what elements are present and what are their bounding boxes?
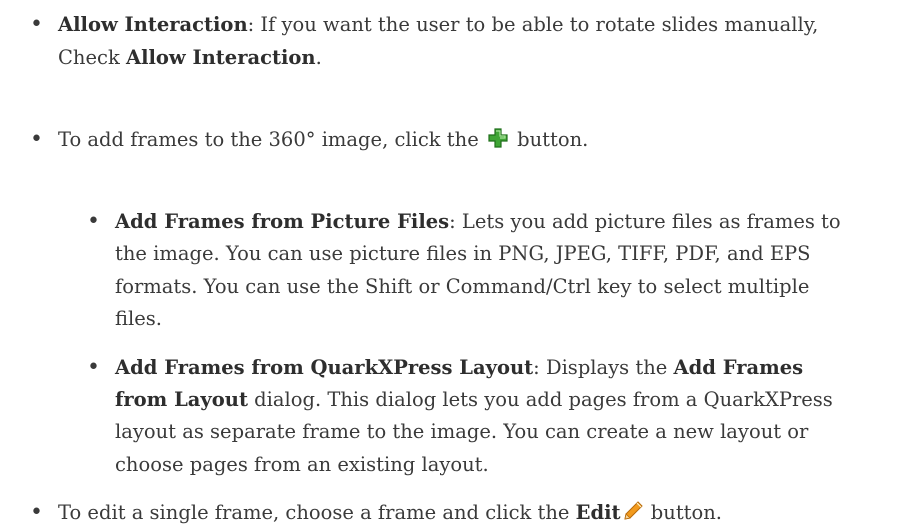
edit-button-word-text: button. — [644, 501, 722, 524]
check-text: Check — [58, 46, 126, 69]
picture-files-line-3: formats. You can use the Shift or Comman… — [115, 275, 810, 298]
edit-frame-text: To edit a single frame, choose a frame a… — [58, 501, 576, 524]
pencil-icon — [622, 500, 644, 522]
edit-label: Edit — [575, 501, 621, 524]
allow-interaction-text: : If you want the user to be able to rot… — [247, 13, 819, 36]
add-frames-dialog-label-2: from Layout — [115, 388, 248, 411]
layout-text-b: dialog. This dialog lets you add pages f… — [247, 388, 833, 411]
document-page: • Allow Interaction: If you want the use… — [0, 0, 909, 531]
picture-files-label: Add Frames from Picture Files — [115, 210, 450, 233]
bullet-marker: • — [30, 12, 43, 37]
bullet-marker: • — [30, 127, 43, 152]
bullet-add-frames: To add frames to the 360° image, click t… — [58, 124, 588, 156]
sub-bullet-layout: Add Frames from QuarkXPress Layout: Disp… — [115, 352, 803, 384]
bullet-edit-frame: To edit a single frame, choose a frame a… — [58, 497, 722, 529]
picture-files-line-4: files. — [115, 307, 162, 330]
allow-interaction-label: Allow Interaction — [58, 13, 248, 36]
layout-text-a: : Displays the — [533, 356, 674, 379]
layout-label: Add Frames from QuarkXPress Layout — [115, 356, 534, 379]
green-plus-icon — [487, 127, 509, 149]
period-text: . — [315, 46, 322, 69]
layout-line-3: layout as separate frame to the image. Y… — [115, 420, 809, 443]
layout-line-2: from Layout dialog. This dialog lets you… — [115, 384, 833, 416]
add-frames-dialog-label-1: Add Frames — [673, 356, 804, 379]
picture-files-line-1: : Lets you add picture files as frames t… — [449, 210, 841, 233]
picture-files-line-2: the image. You can use picture files in … — [115, 242, 811, 265]
sub-bullet-marker: • — [87, 209, 100, 234]
add-frames-text: To add frames to the 360° image, click t… — [58, 128, 485, 151]
bullet-allow-interaction-line2: Check Allow Interaction. — [58, 42, 322, 74]
allow-interaction-label-2: Allow Interaction — [125, 46, 316, 69]
bullet-marker: • — [30, 500, 43, 525]
button-word-text: button. — [510, 128, 589, 151]
sub-bullet-picture-files: Add Frames from Picture Files: Lets you … — [115, 206, 841, 238]
bullet-allow-interaction: Allow Interaction: If you want the user … — [58, 9, 818, 41]
layout-line-4: choose pages from an existing layout. — [115, 453, 489, 476]
sub-bullet-marker: • — [87, 355, 100, 380]
